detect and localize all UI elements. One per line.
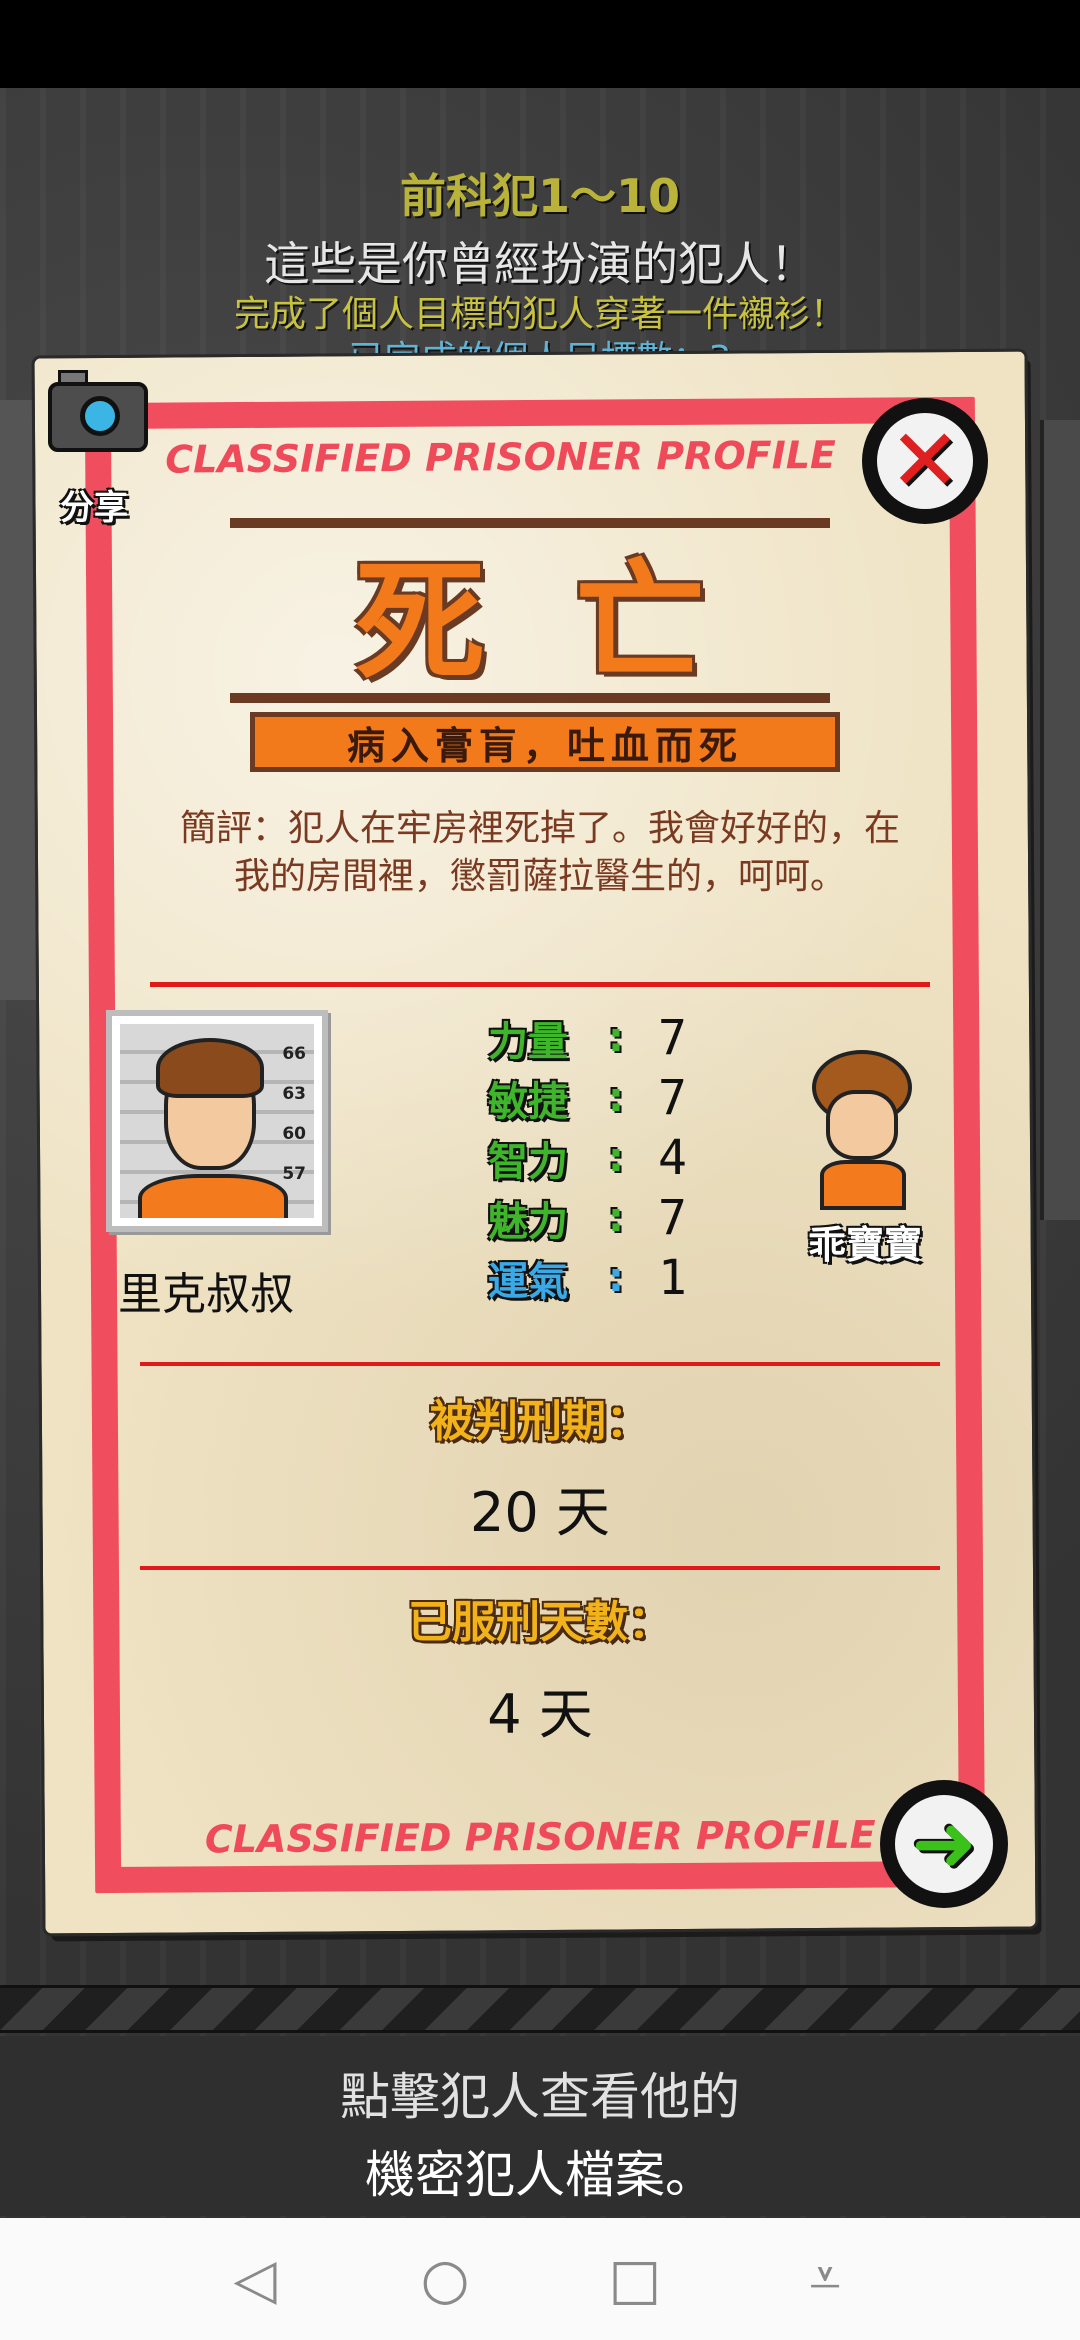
stat-label: 敏捷 [488, 1079, 568, 1125]
divider-mid [140, 1362, 940, 1366]
stat-charm: 魅力 : 7 [488, 1188, 748, 1248]
back-icon[interactable]: ◁ [215, 2239, 295, 2319]
sentence-label: 被判刑期： [430, 1396, 650, 1447]
stat-colon: : [608, 1195, 624, 1241]
next-button[interactable]: ➜ [880, 1780, 1008, 1908]
close-button[interactable]: ✕ [862, 398, 988, 524]
share-label: 分享 [60, 488, 128, 528]
share-button[interactable]: 分享 [44, 362, 154, 532]
death-cause: 病入膏肓，吐血而死 [346, 723, 743, 768]
sidekick-portrait: 乖寶寶 [790, 1050, 940, 1270]
served-value: 4 天 [487, 1683, 593, 1746]
death-cause-banner: 病入膏肓，吐血而死 [250, 712, 840, 772]
prisoner-hair [156, 1038, 264, 1098]
prisoner-body [138, 1174, 288, 1218]
sidekick-body [820, 1160, 906, 1210]
home-icon[interactable]: ○ [405, 2239, 485, 2319]
camera-lens-icon [80, 396, 120, 436]
sentence-value: 20 天 [470, 1481, 610, 1544]
stat-intellect: 智力 : 4 [488, 1128, 748, 1188]
stat-label: 運氣 [488, 1259, 568, 1305]
hint-line-1: 點擊犯人查看他的 [340, 2068, 740, 2126]
stat-label: 智力 [488, 1139, 568, 1185]
recents-icon[interactable]: □ [595, 2239, 675, 2319]
divider-bottom [140, 1566, 940, 1570]
divider-top [150, 982, 930, 987]
served-label: 已服刑天數： [408, 1597, 672, 1648]
warden-comment: 簡評：犯人在牢房裡死掉了。我會好好的，在我的房間裡，懲罰薩拉醫生的，呵呵。 [179, 808, 900, 897]
stat-strength: 力量 : 7 [488, 1008, 748, 1068]
stat-luck: 運氣 : 1 [488, 1248, 748, 1308]
stat-value: 7 [658, 1070, 687, 1126]
stat-value: 7 [658, 1190, 687, 1246]
height-mark: 66 [282, 1044, 306, 1064]
mugshot-image: 66 63 60 57 [120, 1024, 314, 1218]
hazard-strip [0, 1985, 1080, 2033]
prisoner-name: 里克叔叔 [118, 1269, 294, 1320]
stat-label: 力量 [488, 1019, 568, 1065]
classified-footer: CLASSIFIED PRISONER PROFILE [204, 1812, 876, 1862]
sidekick-name: 乖寶寶 [807, 1223, 922, 1267]
height-mark: 63 [282, 1084, 306, 1104]
height-mark: 57 [282, 1164, 306, 1184]
system-nav-bar: ◁ ○ □ ⩡ [0, 2218, 1080, 2340]
height-mark: 60 [282, 1124, 306, 1144]
prisoner-mugshot[interactable]: 66 63 60 57 [106, 1010, 328, 1232]
stat-value: 7 [658, 1010, 687, 1066]
death-title: 死亡 [354, 544, 795, 698]
hint-line-2: 機密犯人檔案。 [365, 2146, 715, 2204]
stat-label: 魅力 [488, 1199, 568, 1245]
stat-colon: : [608, 1015, 624, 1061]
notification-pull-icon[interactable]: ⩡ [785, 2239, 865, 2319]
death-banner: 死亡 [230, 518, 830, 703]
background-prop-right [1040, 420, 1080, 1220]
arrow-right-icon: ➜ [895, 1795, 993, 1893]
stats-list: 力量 : 7 敏捷 : 7 智力 : 4 魅力 : 7 運氣 : 1 [488, 1008, 748, 1308]
page-title: 前科犯1～10 [399, 169, 681, 223]
stat-value: 4 [658, 1130, 687, 1186]
stat-colon: : [608, 1255, 624, 1301]
classified-header: CLASSIFIED PRISONER PROFILE [165, 432, 837, 482]
stat-agility: 敏捷 : 7 [488, 1068, 748, 1128]
stat-colon: : [608, 1075, 624, 1121]
close-icon: ✕ [877, 413, 973, 509]
stat-colon: : [608, 1135, 624, 1181]
stat-value: 1 [658, 1250, 687, 1306]
sidekick-face [826, 1090, 898, 1160]
